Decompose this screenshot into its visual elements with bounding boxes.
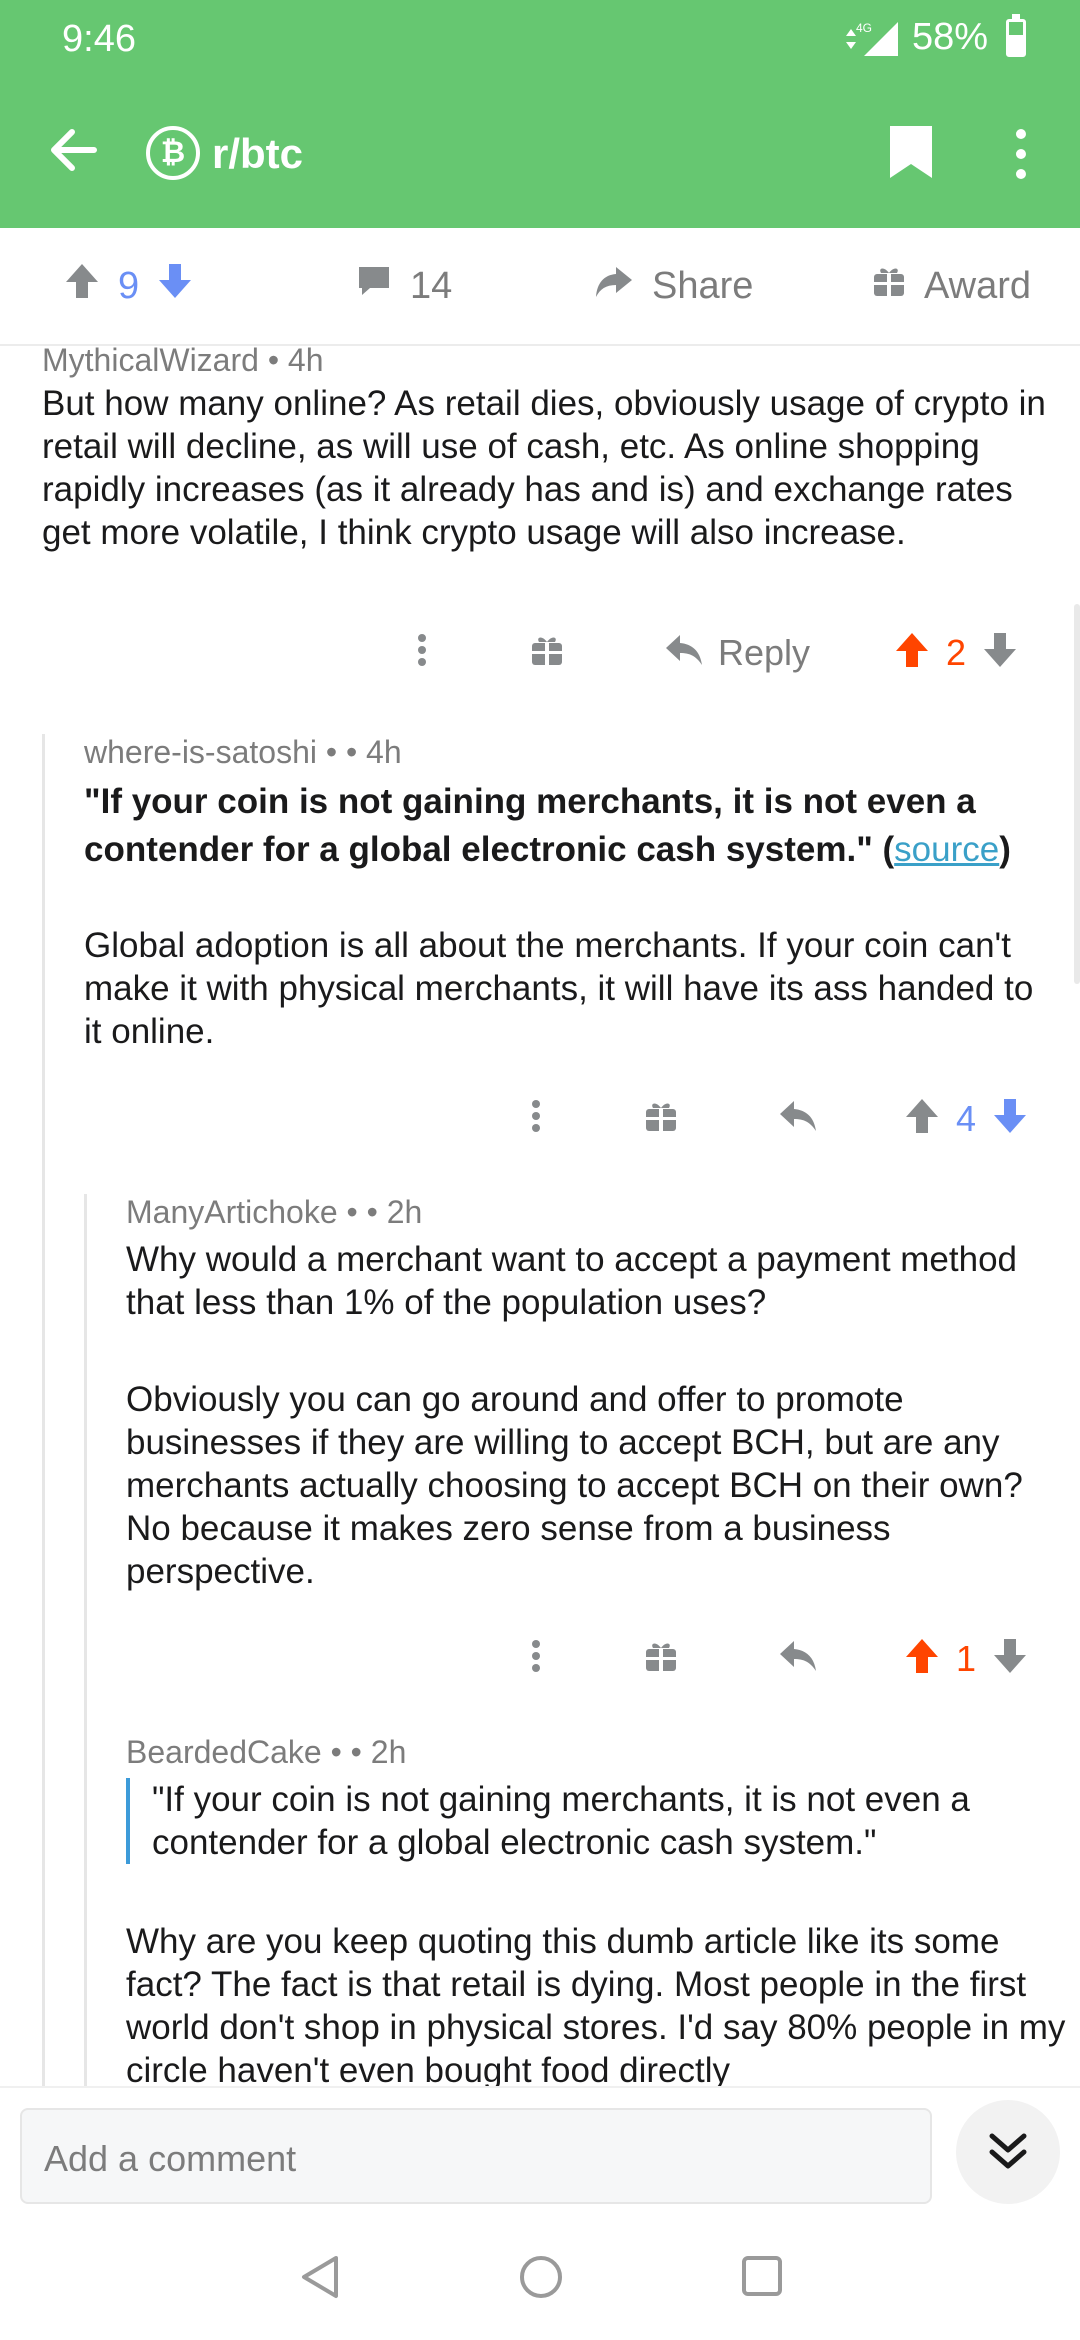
battery-fill — [1009, 34, 1023, 54]
comment-author[interactable]: BeardedCake • — [126, 1734, 342, 1770]
downvote-icon[interactable] — [982, 631, 1018, 674]
status-bar: 9:46 4G 58% — [0, 0, 1080, 80]
post-vote-group: 9 — [64, 262, 193, 310]
signal-icon: 4G — [842, 18, 900, 58]
post-score: 9 — [118, 264, 140, 307]
bookmark-icon[interactable] — [888, 124, 934, 180]
add-comment-input[interactable]: Add a comment — [20, 2108, 932, 2204]
comment-meta: ManyArtichoke • • 2h — [126, 1194, 422, 1231]
award-button[interactable]: Award — [872, 264, 1031, 308]
subreddit-icon[interactable]: ₿ — [146, 126, 200, 180]
post-action-bar: 9 14 Share Award — [0, 228, 1080, 346]
comment-score: 1 — [956, 1637, 977, 1679]
award-label: Award — [924, 264, 1032, 307]
nav-back-icon[interactable] — [298, 2254, 342, 2305]
downvote-icon[interactable] — [157, 262, 193, 310]
upvote-icon[interactable] — [894, 631, 930, 674]
reply-icon[interactable] — [664, 633, 704, 672]
more-vertical-icon[interactable] — [526, 1096, 546, 1141]
comment-actions: 1 — [526, 1636, 1028, 1681]
comment-author[interactable]: ManyArtichoke • — [126, 1194, 358, 1230]
comment-time: • 2h — [350, 1734, 407, 1770]
status-icons: 4G 58% — [842, 13, 1026, 59]
source-link[interactable]: source — [894, 830, 999, 869]
network-type: 4G — [856, 21, 872, 35]
comment-body: Global adoption is all about the merchan… — [84, 926, 1034, 1051]
thread-line[interactable] — [84, 1194, 87, 2086]
share-label: Share — [652, 264, 754, 307]
subreddit-name[interactable]: r/btc — [212, 130, 303, 178]
double-chevron-down-icon — [989, 2133, 1027, 2169]
comment-score: 2 — [946, 631, 967, 673]
reply-icon[interactable] — [778, 1099, 818, 1138]
comment-meta: where-is-satoshi • • 4h — [84, 734, 402, 771]
comment-body: Why would a merchant want to accept a pa… — [126, 1240, 1018, 1322]
more-vertical-icon[interactable] — [1006, 124, 1036, 184]
upvote-icon[interactable] — [904, 1097, 940, 1140]
comments-count: 14 — [410, 264, 453, 307]
thread-line[interactable] — [42, 734, 45, 2086]
comment-actions: Reply 2 — [412, 630, 1018, 675]
upvote-icon[interactable] — [904, 1637, 940, 1680]
gift-icon — [872, 264, 906, 308]
comment-score: 4 — [956, 1097, 977, 1139]
comment-time: • 4h — [345, 734, 402, 770]
nav-recents-icon[interactable] — [740, 2254, 784, 2303]
gift-icon[interactable] — [644, 1099, 678, 1138]
comment-quote: "If your coin is not gaining merchants, … — [84, 778, 1034, 874]
comment-author-cut: MythicalWizard • 4h — [42, 346, 324, 378]
share-arrow-icon — [594, 263, 634, 309]
gift-icon[interactable] — [644, 1639, 678, 1678]
post-comments-count[interactable]: 14 — [356, 264, 452, 308]
comment-body: Why are you keep quoting this dumb artic… — [126, 1922, 1066, 2086]
comment-blockquote: "If your coin is not gaining merchants, … — [126, 1778, 1026, 1864]
back-arrow-icon[interactable] — [44, 120, 104, 180]
app-bar: ₿ r/btc — [0, 80, 1080, 228]
more-vertical-icon[interactable] — [526, 1636, 546, 1681]
gift-icon[interactable] — [530, 633, 564, 672]
comment-composer: Add a comment — [0, 2086, 1080, 2216]
reply-icon[interactable] — [778, 1639, 818, 1678]
downvote-icon[interactable] — [992, 1637, 1028, 1680]
nav-home-icon[interactable] — [518, 2254, 564, 2305]
share-button[interactable]: Share — [594, 263, 753, 309]
comment-meta: BeardedCake • • 2h — [126, 1734, 406, 1771]
scrollbar[interactable] — [1074, 604, 1080, 984]
comment-thread: MythicalWizard • 4h But how many online?… — [0, 346, 1080, 2086]
quote-text: "If your coin is not gaining merchants, … — [84, 782, 976, 869]
status-time: 9:46 — [62, 18, 136, 60]
comment-time: • 2h — [366, 1194, 423, 1230]
comment-actions: 4 — [526, 1096, 1028, 1141]
reply-label[interactable]: Reply — [718, 632, 810, 674]
next-comment-button[interactable] — [956, 2100, 1060, 2204]
system-nav-bar — [0, 2216, 1080, 2340]
upvote-icon[interactable] — [64, 262, 100, 310]
comment-body: Obviously you can go around and offer to… — [126, 1380, 1023, 1591]
battery-percent: 58% — [911, 16, 988, 58]
downvote-icon[interactable] — [992, 1097, 1028, 1140]
comment-author[interactable]: where-is-satoshi • — [84, 734, 337, 770]
more-vertical-icon[interactable] — [412, 630, 432, 675]
quote-end: ) — [999, 830, 1011, 869]
battery-icon — [1006, 13, 1026, 57]
comment-body: But how many online? As retail dies, obv… — [42, 384, 1046, 552]
comment-bubble-icon — [356, 264, 392, 308]
